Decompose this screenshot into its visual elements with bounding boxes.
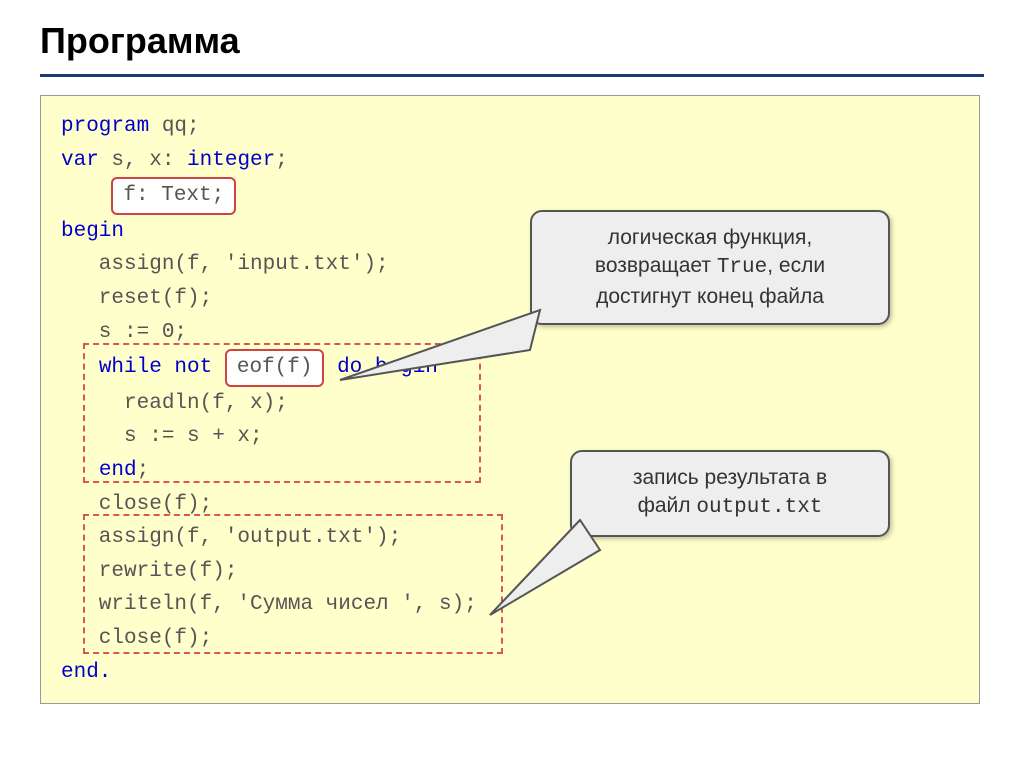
kw-integer: integer — [187, 149, 275, 172]
callout-mono: output.txt — [696, 496, 822, 519]
callout-text: достигнут конец файла — [550, 283, 870, 311]
code-text: ; — [137, 459, 150, 482]
code-text: readln(f, x); — [61, 387, 959, 421]
code-text: s := s + x; — [61, 420, 959, 454]
callout-text: запись результата в — [590, 464, 870, 492]
callout-pointer-icon — [490, 520, 610, 620]
code-text: s, x: — [99, 149, 187, 172]
callout-output: запись результата в файл output.txt — [570, 450, 890, 537]
kw-var: var — [61, 149, 99, 172]
kw-end-final: end. — [61, 661, 111, 684]
kw-begin: begin — [61, 220, 124, 243]
callout-pointer-icon — [340, 310, 550, 390]
kw-program: program — [61, 115, 149, 138]
callout-text: логическая функция, — [550, 224, 870, 252]
highlight-f-text: f: Text; — [111, 177, 236, 215]
code-text: ; — [275, 149, 288, 172]
code-text: close(f); — [61, 622, 959, 656]
code-text: qq; — [149, 115, 199, 138]
kw-end: end — [99, 459, 137, 482]
kw-while-not: while not — [99, 356, 212, 379]
highlight-eof: eof(f) — [225, 349, 325, 387]
callout-eof: логическая функция, возвращает True, есл… — [530, 210, 890, 325]
code-text — [61, 356, 99, 379]
callout-mono: True — [717, 256, 767, 279]
page-title: Программа — [40, 20, 984, 62]
title-divider — [40, 74, 984, 77]
